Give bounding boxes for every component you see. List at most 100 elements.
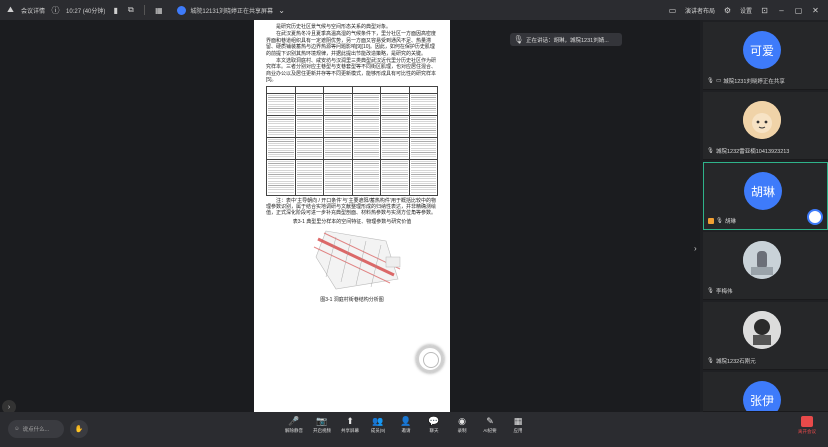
toolbar-buttons: 🎤 解除静音 📷 开启视频 ⬆ 共享屏幕 👥 成员(9) 👤 邀请 💬 聊天 ◉ 录制 ✎ AI… <box>280 416 532 434</box>
tool-label: 成员(9) <box>370 428 386 433</box>
participant-tile[interactable]: 🎙 李梅伟 <box>703 232 828 300</box>
mic-icon: 🎙 <box>707 358 714 364</box>
avatar: 可爱 <box>743 31 781 69</box>
participant-tile[interactable]: 🎙 城院1232石刚元 <box>703 302 828 370</box>
chat-placeholder: 说点什么... <box>22 427 50 433</box>
tool-label: 应用 <box>513 428 523 433</box>
layout-grid-icon[interactable]: ▦ <box>154 6 163 15</box>
loading-spinner <box>416 345 444 373</box>
tencent-meeting-logo-icon: ⛰ <box>7 5 14 14</box>
pin-icon[interactable]: ⊡ <box>760 6 769 15</box>
close-icon[interactable]: ✕ <box>811 6 820 15</box>
mute-button[interactable]: 🎤 解除静音 <box>280 416 308 434</box>
members-icon: 👥 <box>372 415 384 426</box>
doc-paragraph: 是研究历史社区景气候与空间形态关系的典型对象。 <box>276 24 392 30</box>
layout-icon: ▭ <box>668 5 677 15</box>
tool-label: 共享屏幕 <box>341 428 359 433</box>
record-icon: ◉ <box>458 415 466 426</box>
avatar <box>743 311 781 349</box>
tool-label: AI纪要 <box>483 428 497 433</box>
participant-name-text: 胡琳 <box>724 219 736 225</box>
share-screen-icon: ⬆ <box>346 415 354 426</box>
doc-paragraph: 在武汉夏热冬冷且夏季高温高湿的气候条件下，里分社区一方面因高密度界面和巷道组织具… <box>266 31 437 57</box>
participant-sidebar: 可爱 🎙 ▭ 城院1231刘晓婷正在共享 🎙 城院1232雷亚楠10413923… <box>703 20 828 412</box>
doc-table <box>266 85 438 196</box>
tool-label: 录制 <box>457 428 467 433</box>
street-structure-figure <box>266 227 438 295</box>
record-button[interactable]: ◉ 录制 <box>448 416 476 434</box>
mic-icon: 🎙 <box>707 148 714 154</box>
tool-label: 解除静音 <box>285 428 303 433</box>
chevron-down-icon: ⌄ <box>278 5 285 15</box>
participant-tile[interactable]: 张伊 <box>703 372 828 412</box>
settings-button[interactable]: 设置 <box>740 6 752 15</box>
participant-name-text: 城院1232雷亚楠10413923213 <box>715 149 790 155</box>
raise-hand-icon[interactable]: ✋ <box>70 420 88 438</box>
chat-input[interactable]: ☺ 说点什么... <box>8 420 64 438</box>
participant-tile[interactable]: 可爱 🎙 ▭ 城院1231刘晓婷正在共享 <box>703 22 828 90</box>
sharer-avatar-icon <box>177 5 187 15</box>
participant-name: 🎙 李梅伟 <box>707 287 733 295</box>
participant-name: 🎙 胡琳 <box>708 217 736 225</box>
sharing-indicator[interactable]: 城院12131刘晓婷正在共享屏幕 ⌄ <box>177 5 286 15</box>
table-note: 注：表中‘主导朝向 / 开口条件’与‘主要遮阳/蓄热构件’用于概括比较中的物理参… <box>266 197 437 217</box>
tool-label: 开启视频 <box>313 428 331 433</box>
maximize-icon[interactable]: ▢ <box>794 6 803 15</box>
members-button[interactable]: 👥 成员(9) <box>364 416 392 434</box>
emoji-icon: ☺ <box>14 426 20 432</box>
chat-button[interactable]: 💬 聊天 <box>420 416 448 434</box>
minimize-icon[interactable]: – <box>777 6 786 15</box>
meeting-info-link[interactable]: 会议详情 <box>21 6 45 15</box>
participant-name: 🎙 城院1232石刚元 <box>707 357 756 365</box>
leave-label: 离开会议 <box>798 429 816 434</box>
gear-icon[interactable]: ⚙ <box>723 6 732 15</box>
chat-icon: 💬 <box>428 415 440 426</box>
invite-icon: 👤 <box>400 415 412 426</box>
mic-icon: 🎙 <box>716 218 723 224</box>
host-tag-icon <box>708 218 714 224</box>
layout-button[interactable]: 演讲者布局 <box>685 6 715 15</box>
meeting-toolbar: ☺ 说点什么... ✋ 🎤 解除静音 📷 开启视频 ⬆ 共享屏幕 👥 成员(9) 👤 邀请… <box>0 412 828 447</box>
doc-paragraph: 本文选取洞庭村、咸安坊与汉润里三类典型武汉近代里分历史社区作为研究样本。三者分别… <box>266 58 437 84</box>
speaking-toast: 🎙 正在讲话：胡琳，城院1231刘婧... <box>510 33 622 46</box>
participant-name: 🎙 ▭ 城院1231刘晓婷正在共享 <box>707 77 785 85</box>
meeting-timer: 10:27 (40分钟) <box>66 8 106 15</box>
avatar <box>743 101 781 139</box>
shared-screen-area: 是研究历史社区景气候与空间形态关系的典型对象。 在武汉夏热冬冷且夏季高温高湿的气… <box>0 20 702 426</box>
participant-name: 🎙 城院1232雷亚楠10413923213 <box>707 147 789 155</box>
mic-off-icon: 🎤 <box>288 415 300 426</box>
divider <box>144 5 146 15</box>
avatar: 张伊 <box>743 381 781 411</box>
avatar: 胡琳 <box>744 172 782 210</box>
participant-tile[interactable]: 🎙 城院1232雷亚楠10413923213 <box>703 92 828 160</box>
speaking-indicator-icon <box>807 209 823 225</box>
figure-caption: 图3-1 洞庭村街巷结构分析图 <box>320 297 384 304</box>
title-bar: ⛰ 会议详情 ⓘ 10:27 (40分钟) ▮ ⧉ ▦ 城院12131刘晓婷正在… <box>0 0 828 20</box>
tool-label: 聊天 <box>429 428 439 433</box>
ai-notes-icon: ✎ <box>486 415 494 426</box>
leave-icon <box>801 416 813 427</box>
mic-icon: 🎙 <box>513 35 524 44</box>
apps-icon: ▦ <box>513 415 523 426</box>
signal-icon: ▮ <box>113 5 119 15</box>
participant-name-text: 李梅伟 <box>715 289 733 295</box>
apps-button[interactable]: ▦ 应用 <box>504 416 532 434</box>
invite-button[interactable]: 👤 邀请 <box>392 416 420 434</box>
participant-tile-active-speaker[interactable]: 胡琳 🎙 胡琳 <box>703 162 828 230</box>
mic-icon: 🎙 <box>707 78 714 84</box>
ai-notes-button[interactable]: ✎ AI纪要 <box>476 416 504 434</box>
collapse-sidebar-icon[interactable]: › <box>694 244 702 258</box>
tool-label: 邀请 <box>401 428 411 433</box>
popout-icon[interactable]: ⧉ <box>126 5 135 15</box>
info-icon[interactable]: ⓘ <box>51 6 60 15</box>
video-button[interactable]: 📷 开启视频 <box>308 416 336 434</box>
share-screen-button[interactable]: ⬆ 共享屏幕 <box>336 416 364 434</box>
screen-share-icon: ▭ <box>715 78 722 84</box>
leave-meeting-button[interactable]: 离开会议 <box>792 416 822 435</box>
camera-off-icon: 📷 <box>316 415 328 426</box>
sharing-label: 城院12131刘晓婷正在共享屏幕 <box>190 8 274 15</box>
mic-icon: 🎙 <box>707 288 714 294</box>
speaking-text: 正在讲话：胡琳，城院1231刘婧... <box>526 37 609 44</box>
participant-name-text: 城院1232石刚元 <box>715 359 756 365</box>
table-caption: 表3-1 典型里分样本的空间特征、物理参数与研究价值 <box>292 218 412 225</box>
